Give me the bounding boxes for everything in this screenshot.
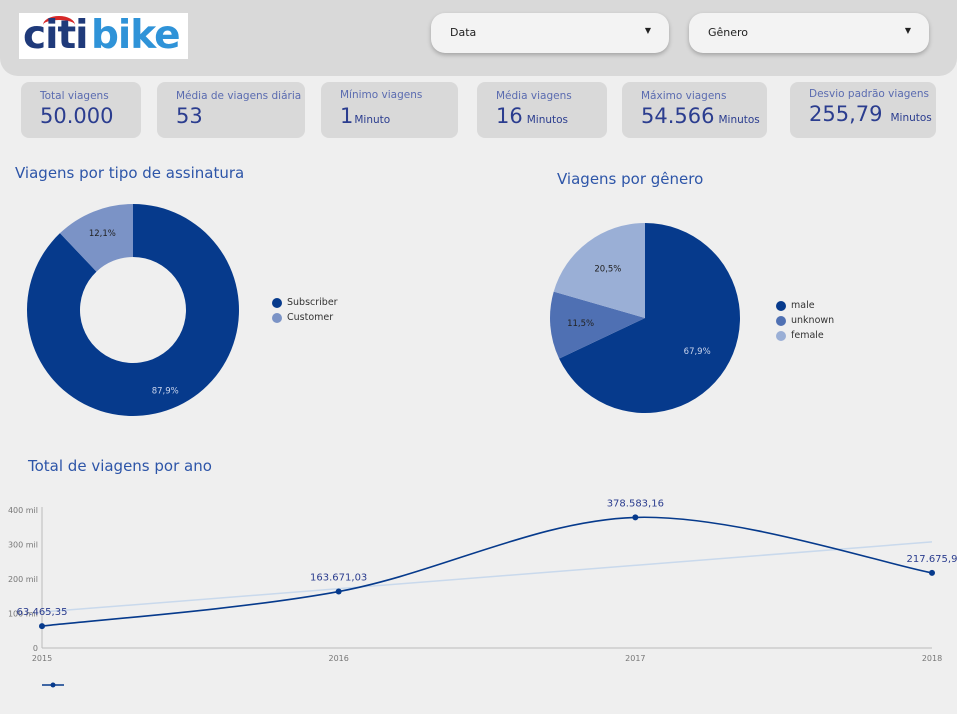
line-chart-viagens-ano: 0100 mil200 mil300 mil400 mil2015 2016 201…: [8, 498, 957, 688]
legend-item-female[interactable]: female: [776, 328, 834, 343]
kpi-maximo-viagens: Máximo viagens 54.566 Minutos: [622, 82, 767, 138]
kpi-value: 1Minuto: [340, 104, 391, 128]
donut-chart-assinatura: 87,9% 12,1%: [27, 204, 239, 416]
kpi-title: Máximo viagens: [641, 90, 727, 102]
kpi-value: 50.000: [40, 104, 114, 128]
legend-series-dot: [50, 682, 56, 688]
legend-genero: male unknown female: [776, 298, 834, 343]
data-label: 163.671,03: [310, 573, 367, 584]
legend-dot: [272, 297, 282, 308]
data-point-2015[interactable]: [39, 623, 45, 630]
kpi-title: Total viagens: [40, 90, 109, 102]
kpi-title: Desvio padrão viagens: [809, 88, 930, 100]
kpi-media-viagens: Média viagens 16 Minutos: [477, 82, 607, 138]
y-tick-label: 300 mil: [8, 541, 38, 550]
kpi-media-diaria: Média de viagens diária 53: [157, 82, 305, 138]
kpi-value: 16 Minutos: [496, 104, 569, 128]
slice-label: 11,5%: [567, 319, 594, 329]
kpi-minimo-viagens: Mínimo viagens 1Minuto: [321, 82, 458, 138]
chevron-down-icon: ▼: [904, 26, 911, 35]
trend-line: [41, 541, 933, 613]
legend-item-male[interactable]: male: [776, 298, 834, 313]
legend-dot: [776, 300, 786, 311]
kpi-title: Média viagens: [496, 90, 572, 102]
series-line: [41, 516, 933, 627]
kpi-title: Mínimo viagens: [340, 89, 423, 101]
chevron-down-icon: ▼: [644, 26, 651, 35]
kpi-unit: Minuto: [354, 114, 391, 126]
legend-item-unknown[interactable]: unknown: [776, 313, 834, 328]
data-label: 378.583,16: [607, 498, 664, 509]
header-bar: citi bike Data ▼ Gênero ▼: [0, 0, 957, 76]
date-filter-dropdown[interactable]: Data ▼: [431, 13, 669, 53]
date-filter-label: Data: [450, 26, 477, 39]
kpi-value: 53: [176, 104, 203, 128]
data-point-2017[interactable]: [632, 514, 639, 521]
legend-dot: [272, 312, 282, 323]
data-point-2018[interactable]: [929, 569, 935, 576]
slice-label: 12,1%: [89, 229, 116, 239]
slice-label: 67,9%: [684, 347, 711, 357]
y-tick-label: 200 mil: [8, 575, 38, 584]
kpi-unit: Minutos: [890, 112, 932, 124]
slice-label: 20,5%: [594, 265, 621, 275]
kpi-value: 255,79 Minutos: [809, 102, 932, 126]
y-tick-label: 0: [33, 644, 38, 653]
logo-text-bike: bike: [91, 13, 181, 58]
y-tick-label: 400 mil: [8, 506, 38, 515]
x-tick-label: 2015: [32, 654, 52, 663]
gender-filter-label: Gênero: [708, 26, 749, 39]
chart-title-assinatura: Viagens por tipo de assinatura: [15, 164, 245, 182]
kpi-total-viagens: Total viagens 50.000: [21, 82, 141, 138]
x-tick-label: 2016: [328, 654, 348, 663]
gender-filter-dropdown[interactable]: Gênero ▼: [689, 13, 929, 53]
legend-item-subscriber[interactable]: Subscriber: [272, 295, 338, 310]
pie-chart-genero: 67,9% 11,5% 20,5%: [550, 223, 740, 413]
kpi-title: Média de viagens diária: [176, 90, 302, 102]
logo-text-citi: citi: [23, 13, 88, 58]
legend-dot: [776, 330, 786, 341]
data-label: 63.465,35: [17, 607, 68, 618]
x-tick-label: 2018: [922, 654, 942, 663]
data-label: 217.675,9: [907, 554, 957, 565]
citibike-logo: citi bike: [19, 13, 188, 59]
kpi-unit: Minutos: [718, 114, 760, 126]
legend-dot: [776, 315, 786, 326]
legend-assinatura: Subscriber Customer: [272, 295, 338, 325]
kpi-unit: Minutos: [526, 114, 569, 126]
chart-title-genero: Viagens por gênero: [557, 170, 704, 188]
slice-label: 87,9%: [152, 387, 179, 397]
x-tick-label: 2017: [625, 654, 645, 663]
data-point-2016[interactable]: [335, 588, 342, 595]
legend-item-customer[interactable]: Customer: [272, 310, 338, 325]
kpi-value: 54.566 Minutos: [641, 104, 760, 128]
chart-title-por-ano: Total de viagens por ano: [28, 457, 212, 475]
kpi-desvio-padrao: Desvio padrão viagens 255,79 Minutos: [790, 82, 936, 138]
